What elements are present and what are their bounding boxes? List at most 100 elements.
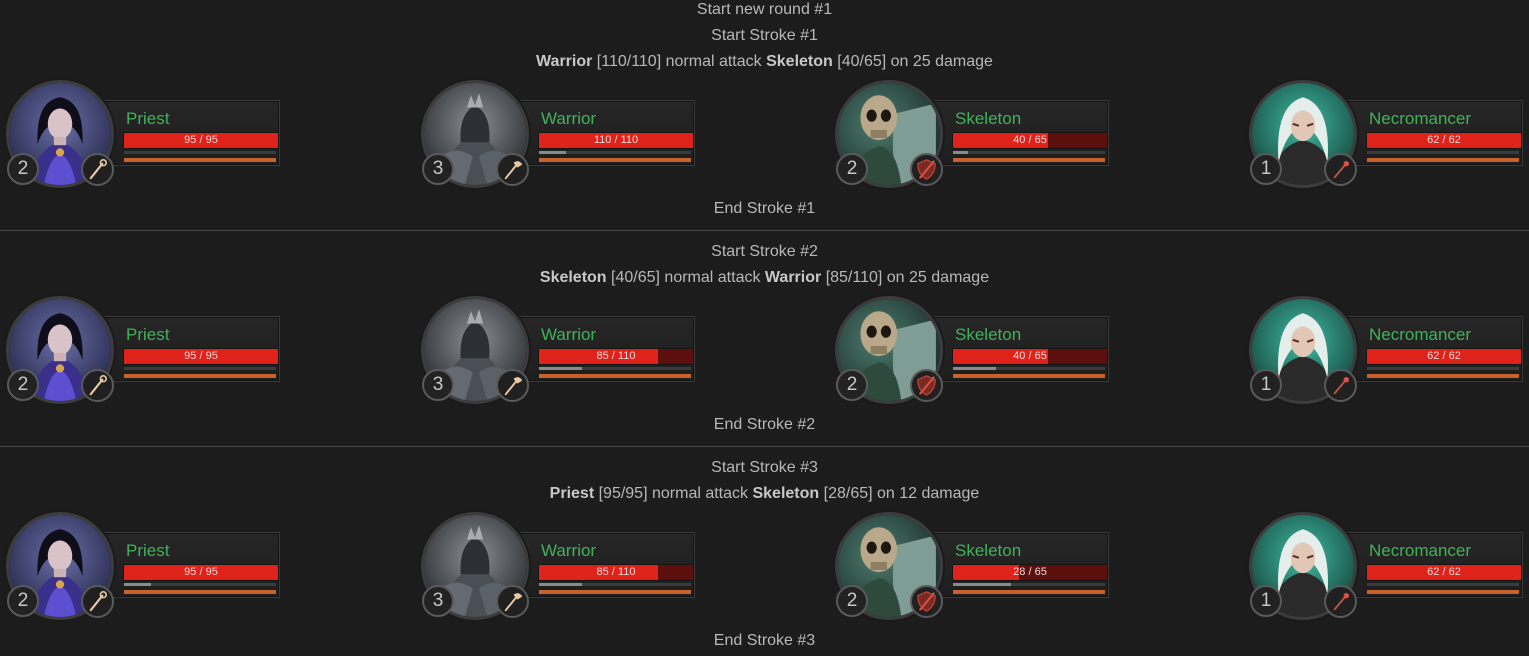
level-badge: 1 bbox=[1250, 153, 1282, 185]
attacker-name: Warrior bbox=[536, 53, 593, 70]
staff-icon[interactable] bbox=[81, 585, 114, 618]
target-name: Warrior bbox=[764, 269, 822, 286]
stroke-end: End Stroke #1 bbox=[713, 200, 816, 217]
attacker-name: Priest bbox=[549, 485, 595, 502]
attacker-hp: [110/110] bbox=[596, 53, 662, 70]
health-bar: 85 / 110 bbox=[538, 564, 694, 581]
unit-row: Priest 95 / 95 2 Warrior 110 / 110 3 Skeleton 4… bbox=[0, 80, 1529, 192]
action-text: normal attack bbox=[665, 53, 762, 70]
unit-name: Necromancer bbox=[1369, 325, 1472, 344]
resource-bar bbox=[124, 590, 276, 594]
unit-name: Warrior bbox=[541, 541, 597, 560]
resource-bar bbox=[124, 374, 276, 378]
unit-row: Priest 95 / 95 2 Warrior 85 / 110 3 Skeleton 28… bbox=[0, 512, 1529, 624]
target-hp: [40/65] bbox=[837, 53, 887, 70]
axe-icon[interactable] bbox=[496, 369, 529, 402]
level-badge: 1 bbox=[1250, 585, 1282, 617]
unit-name: Warrior bbox=[541, 325, 597, 344]
combat-log-entry: Priest [95/95] normal attack Skeleton [2… bbox=[0, 484, 1529, 504]
experience-bar-fill bbox=[539, 151, 567, 154]
attacker-hp: [95/95] bbox=[598, 485, 648, 502]
health-text: 95 / 95 bbox=[184, 566, 218, 578]
damage-text: on 25 damage bbox=[890, 53, 993, 70]
health-text: 40 / 65 bbox=[1013, 350, 1047, 362]
level-badge: 3 bbox=[422, 153, 454, 185]
health-text: 62 / 62 bbox=[1427, 350, 1461, 362]
level-badge: 2 bbox=[836, 369, 868, 401]
staff-icon[interactable] bbox=[81, 369, 114, 402]
unit-card[interactable]: Warrior 110 / 110 3 bbox=[415, 80, 695, 192]
experience-bar-fill bbox=[953, 151, 969, 154]
broken-shield-icon[interactable] bbox=[910, 585, 943, 618]
resource-bar bbox=[539, 158, 691, 162]
axe-icon[interactable] bbox=[496, 153, 529, 186]
health-bar: 85 / 110 bbox=[538, 348, 694, 365]
experience-bar bbox=[539, 367, 691, 370]
health-text: 40 / 65 bbox=[1013, 134, 1047, 146]
unit-name: Warrior bbox=[541, 109, 597, 128]
unit-card[interactable]: Skeleton 28 / 65 2 bbox=[829, 512, 1109, 624]
level-badge: 1 bbox=[1250, 369, 1282, 401]
resource-bar bbox=[953, 158, 1105, 162]
wand-icon[interactable] bbox=[1324, 153, 1357, 186]
unit-card[interactable]: Warrior 85 / 110 3 bbox=[415, 296, 695, 408]
unit-card[interactable]: Priest 95 / 95 2 bbox=[0, 80, 280, 192]
unit-row: Priest 95 / 95 2 Warrior 85 / 110 3 Skeleton 40… bbox=[0, 296, 1529, 408]
health-text: 62 / 62 bbox=[1427, 134, 1461, 146]
experience-bar bbox=[953, 367, 1105, 370]
unit-card[interactable]: Warrior 85 / 110 3 bbox=[415, 512, 695, 624]
resource-bar bbox=[1367, 158, 1519, 162]
experience-bar bbox=[953, 151, 1105, 154]
stroke-start: Start Stroke #2 bbox=[711, 243, 818, 260]
staff-icon[interactable] bbox=[81, 153, 114, 186]
experience-bar bbox=[1367, 583, 1519, 586]
stroke-end: End Stroke #2 bbox=[713, 416, 816, 433]
unit-name: Priest bbox=[126, 109, 170, 128]
wand-icon[interactable] bbox=[1324, 585, 1357, 618]
stroke-end: End Stroke #3 bbox=[713, 632, 816, 649]
health-bar: 28 / 65 bbox=[952, 564, 1108, 581]
axe-icon[interactable] bbox=[496, 585, 529, 618]
health-text: 85 / 110 bbox=[596, 566, 636, 578]
unit-card[interactable]: Priest 95 / 95 2 bbox=[0, 296, 280, 408]
experience-bar-fill bbox=[539, 583, 582, 586]
resource-bar bbox=[953, 374, 1105, 378]
unit-card[interactable]: Necromancer 62 / 62 1 bbox=[1243, 80, 1523, 192]
experience-bar bbox=[953, 583, 1105, 586]
level-badge: 2 bbox=[836, 585, 868, 617]
unit-card[interactable]: Necromancer 62 / 62 1 bbox=[1243, 296, 1523, 408]
experience-bar-fill bbox=[124, 583, 152, 586]
damage-text: on 25 damage bbox=[886, 269, 990, 286]
health-bar: 40 / 65 bbox=[952, 348, 1108, 365]
unit-card[interactable]: Skeleton 40 / 65 2 bbox=[829, 296, 1109, 408]
unit-card[interactable]: Necromancer 62 / 62 1 bbox=[1243, 512, 1523, 624]
experience-bar bbox=[1367, 367, 1519, 370]
experience-bar bbox=[539, 583, 691, 586]
experience-bar-fill bbox=[953, 367, 996, 370]
action-text: normal attack bbox=[651, 485, 749, 502]
experience-bar bbox=[124, 151, 276, 154]
unit-name: Priest bbox=[126, 541, 170, 560]
health-text: 95 / 95 bbox=[184, 134, 218, 146]
experience-bar-fill bbox=[953, 583, 1011, 586]
damage-text: on 12 damage bbox=[877, 485, 980, 502]
action-text: normal attack bbox=[664, 269, 761, 286]
health-text: 28 / 65 bbox=[1013, 566, 1047, 578]
unit-name: Necromancer bbox=[1369, 541, 1472, 560]
health-bar: 62 / 62 bbox=[1366, 564, 1522, 581]
resource-bar bbox=[539, 374, 691, 378]
health-text: 110 / 110 bbox=[593, 134, 639, 146]
unit-name: Priest bbox=[126, 325, 170, 344]
broken-shield-icon[interactable] bbox=[910, 369, 943, 402]
health-bar: 40 / 65 bbox=[952, 132, 1108, 149]
health-bar: 95 / 95 bbox=[123, 348, 279, 365]
broken-shield-icon[interactable] bbox=[910, 153, 943, 186]
experience-bar bbox=[124, 367, 276, 370]
unit-card[interactable]: Skeleton 40 / 65 2 bbox=[829, 80, 1109, 192]
level-badge: 2 bbox=[836, 153, 868, 185]
level-badge: 3 bbox=[422, 585, 454, 617]
wand-icon[interactable] bbox=[1324, 369, 1357, 402]
unit-card[interactable]: Priest 95 / 95 2 bbox=[0, 512, 280, 624]
resource-bar bbox=[539, 590, 691, 594]
health-text: 85 / 110 bbox=[596, 350, 636, 362]
